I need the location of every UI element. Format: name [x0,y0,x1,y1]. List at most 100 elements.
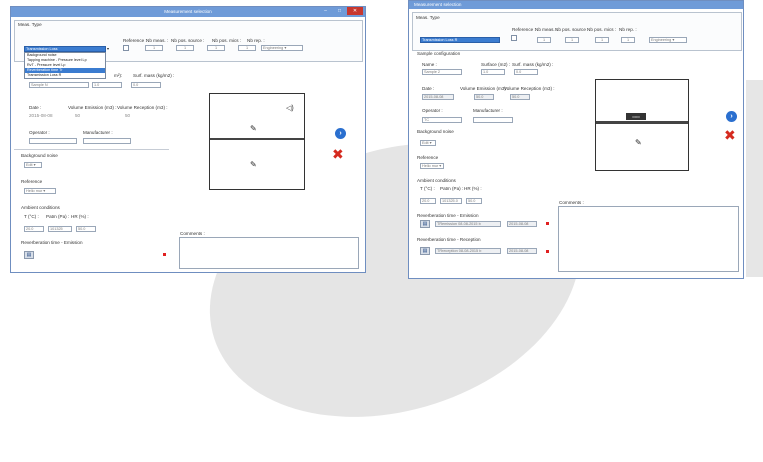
red-x-icon[interactable]: ✖ [332,147,344,163]
nb-meas-input[interactable]: 1 [145,45,163,51]
meas-type-dropdown-list: Background noise Tapping machine - Press… [24,52,106,79]
meas-type-label: Meas. Type [416,15,440,20]
nb-meas-label: Nb meas. : [535,27,558,32]
operator-input[interactable] [29,138,77,144]
reverberation-emission-label: Reverberation time - Emission [21,240,83,245]
humidity-label: HR (%) : [464,186,482,191]
edge-strip [746,80,763,277]
microphone-icon: ✎ [250,160,257,169]
date-label: Date : [422,86,435,91]
left-titlebar: Measurement selection – □ ✕ [11,7,365,17]
window-title: Measurement selection [414,2,462,7]
microphone-icon: ✎ [635,138,642,147]
comments-textarea[interactable] [558,206,739,272]
engineering-select[interactable]: Engineering ▾ [261,45,303,51]
surf-mass-label: Surf. mass (kg/m2) : [512,62,554,67]
surf-mass-input[interactable]: 0.0 [131,82,161,88]
volume-emission-input[interactable]: 50.0 [474,94,494,100]
background-noise-select[interactable]: Edit ▾ [420,140,436,146]
reference-section-label: Reference [417,155,439,160]
name-input[interactable]: Sample 2 [422,69,462,75]
pressure-input[interactable]: 101325 [48,226,72,232]
dropdown-option[interactable]: Transmission Loss R [25,73,105,78]
right-window: Measurement selection Meas. Type Transmi… [408,0,744,279]
reference-value: Hello mur [26,189,43,193]
name-label: Name : [422,62,437,67]
engineering-select[interactable]: Engineering ▾ [649,37,687,43]
volume-reception-input[interactable]: 50.0 [510,94,530,100]
nb-rep-label: Nb rep. : [247,38,265,43]
reference-label: Reference : [123,38,147,43]
humidity-input[interactable]: 50.0 [76,226,96,232]
maximize-button[interactable]: □ [334,7,345,15]
surface-label: m²): [114,73,123,78]
nb-meas-label: Nb meas. : [146,38,169,43]
reference-checkbox[interactable] [511,35,517,41]
surface-input[interactable]: 1.0 [481,69,505,75]
nb-rep-input[interactable]: 1 [621,37,635,43]
nb-pos-source-label: Nb pos. source : [171,38,205,43]
engineering-value: Engineering [651,38,672,42]
reverberation-reception-file[interactable]: TRreception 08-08-2015 b [435,248,501,254]
temperature-input[interactable]: 20.0 [24,226,44,232]
temperature-input[interactable]: 20.0 [420,198,436,204]
date-label: Date : [29,105,42,110]
pressure-input[interactable]: 101325.0 [440,198,462,204]
reverberation-emission-date[interactable]: 2015-08-08 [507,221,537,227]
red-x-icon[interactable]: ✖ [724,128,736,144]
folder-icon[interactable]: ▤ [420,247,430,255]
operator-label: Operator : [422,108,443,113]
microphone-icon: ✎ [250,124,257,133]
arrow-right-circle-icon[interactable]: › [335,128,346,139]
manufacturer-input[interactable] [473,117,513,123]
reference-select[interactable]: Hello mur ▾ [24,188,56,194]
date-input[interactable]: 2015-08-08 [422,94,454,100]
folder-icon[interactable]: ▤ [24,251,34,259]
nb-pos-mics-label: Nb pos. mics : [212,38,242,43]
manufacturer-label: Manufacturer : [83,130,113,135]
reference-select[interactable]: Hello mur ▾ [420,163,444,169]
manufacturer-input[interactable] [83,138,131,144]
background-noise-select[interactable]: Edit ▾ [24,162,42,168]
right-titlebar: Measurement selection [409,1,743,9]
reverberation-reception-date[interactable]: 2015-08-08 [507,248,537,254]
volume-reception-value: 50 [125,113,131,118]
nb-pos-source-input[interactable]: 1 [565,37,579,43]
reference-checkbox[interactable] [123,45,129,51]
operator-input[interactable]: TC [422,117,462,123]
ambient-conditions-label: Ambient conditions [21,205,60,210]
sample-configuration-label: Sample configuration [417,51,461,56]
close-button[interactable]: ✕ [347,7,363,15]
name-input[interactable]: Sample N [29,82,89,88]
comments-label: Comments : [180,231,205,236]
background-noise-label: Background noise [21,153,58,158]
pressure-label: Patm (Pa) : [46,214,70,219]
surf-mass-input[interactable]: 0.0 [514,69,538,75]
chevron-down-icon[interactable]: ▾ [107,46,109,51]
nb-pos-mics-input[interactable]: 1 [595,37,609,43]
comments-textarea[interactable] [179,237,359,269]
surface-input[interactable]: 1.0 [92,82,122,88]
reverberation-emission-file[interactable]: TRemission 08-08-2015 b [435,221,501,227]
nb-pos-source-input[interactable]: 1 [176,45,194,51]
speaker-icon: ▭▭ [626,113,646,120]
temperature-label: T (°C) : [420,186,435,191]
surf-mass-label: Surf. mass (kg/m2) : [133,73,175,78]
minimize-button[interactable]: – [320,7,331,15]
humidity-input[interactable]: 50.0 [466,198,482,204]
nb-pos-mics-input[interactable]: 1 [207,45,225,51]
comments-label: Comments : [559,200,584,205]
meas-type-select[interactable]: Transmission Loss R [420,37,500,43]
humidity-label: HR (%) : [71,214,89,219]
manufacturer-label: Manufacturer : [473,108,503,113]
background-noise-label: Background noise [417,129,454,134]
arrow-right-circle-icon[interactable]: › [726,111,737,122]
background-noise-value: Edit [26,163,33,167]
engineering-value: Engineering [263,46,284,50]
folder-icon[interactable]: ▤ [420,220,430,228]
nb-rep-input[interactable]: 1 [238,45,256,51]
surface-label: Surface (m2) : [481,62,511,67]
nb-meas-input[interactable]: 1 [537,37,551,43]
volume-emission-label: Volume Emission (m3) : [460,86,509,91]
left-window: Measurement selection – □ ✕ Meas. Type T… [10,6,366,273]
